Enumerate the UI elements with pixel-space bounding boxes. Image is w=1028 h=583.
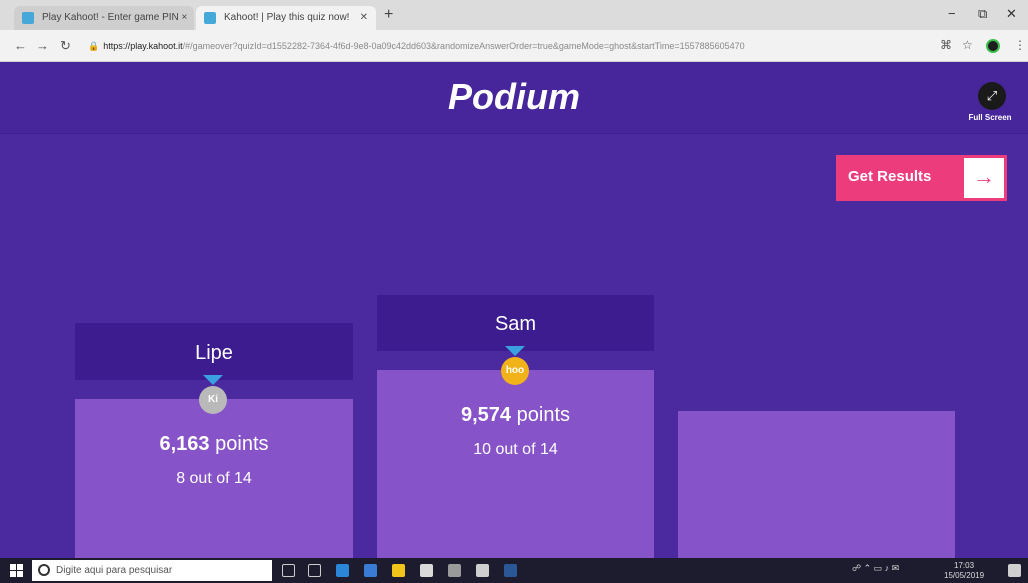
browser-tab-kahoot-pin[interactable]: Play Kahoot! - Enter game PIN × [14, 6, 194, 30]
second-place-name: Lipe [195, 342, 233, 364]
kahoot-favicon-icon [22, 12, 34, 24]
address-bar: ← → ↻ 🔒 https://play.kahoot.it/#/gameover… [0, 30, 1028, 62]
tab-label: Play Kahoot! - Enter game PIN × [42, 12, 188, 23]
notifications-icon[interactable] [1008, 564, 1021, 577]
search-icon [38, 564, 50, 576]
url-path: /#/gameover?quizId=d1552282-7364-4f6d-9e… [182, 41, 745, 51]
mail-icon[interactable] [476, 564, 489, 577]
tab-label: Kahoot! | Play this quiz now! [224, 12, 350, 23]
url-host: https://play.kahoot.it [103, 41, 183, 51]
windows-taskbar: Digite aqui para pesquisar ☍ ⌃ ▭ ♪ ✉ 17:… [0, 558, 1028, 583]
first-place-name-card: Sam [377, 295, 654, 351]
task-view-icon[interactable] [308, 564, 321, 577]
second-place-avatar-label: Ki [208, 394, 218, 405]
translate-icon[interactable]: ⌘ [940, 38, 952, 52]
gold-medal-icon: hoo [501, 357, 529, 385]
word-icon[interactable] [504, 564, 517, 577]
first-place-points: 9,574 points [377, 404, 654, 427]
second-place-points-value: 6,163 [159, 433, 210, 455]
first-place-column: 9,574 points 10 out of 14 [377, 370, 654, 559]
lock-icon: 🔒 [88, 41, 100, 51]
system-tray-icons[interactable]: ☍ ⌃ ▭ ♪ ✉ [852, 563, 899, 574]
kahoot-favicon-icon [204, 12, 216, 24]
new-tab-button[interactable]: + [384, 6, 393, 24]
get-results-button[interactable]: Get Results → [836, 155, 1007, 201]
gold-medal-ribbon-icon [505, 346, 525, 356]
first-place-name: Sam [494, 313, 537, 335]
browser-tab-bar: Play Kahoot! - Enter game PIN × Kahoot! … [0, 0, 1028, 30]
back-icon[interactable]: ← [14, 38, 27, 53]
microphone-icon[interactable] [282, 564, 295, 577]
windows-start-icon[interactable] [10, 564, 23, 577]
clock-time: 17:03 [954, 561, 975, 570]
bookmark-star-icon[interactable]: ☆ [962, 38, 973, 52]
forward-icon[interactable]: → [36, 38, 49, 53]
silver-medal-icon: Ki [199, 386, 227, 414]
fullscreen-label[interactable]: Full Screen [958, 113, 1022, 122]
arrow-right-icon: → [964, 158, 1004, 198]
taskbar-clock[interactable]: 17:03 15/05/2019 [944, 561, 984, 581]
first-place-points-value: 9,574 [461, 404, 512, 426]
first-place-correct-count: 10 out of 14 [473, 441, 558, 458]
second-place-name-card: Lipe [75, 323, 353, 380]
browser-tab-kahoot-play[interactable]: Kahoot! | Play this quiz now! ✕ [196, 6, 376, 30]
menu-dots-icon[interactable]: ⋮ [1014, 38, 1026, 52]
edge-browser-icon[interactable] [336, 564, 349, 577]
second-place-points-label: points [215, 433, 269, 455]
second-place-points: 6,163 points [75, 433, 353, 456]
silver-medal-ribbon-icon [203, 375, 223, 385]
settings-gear-icon[interactable] [448, 564, 461, 577]
taskbar-search-input[interactable]: Digite aqui para pesquisar [32, 560, 272, 581]
maximize-button[interactable]: ⧉ [978, 6, 987, 22]
fullscreen-icon[interactable]: ⤢ [978, 82, 1006, 110]
extension-icon[interactable] [986, 39, 1000, 53]
url-input[interactable]: 🔒 https://play.kahoot.it/#/gameover?quizI… [88, 36, 918, 56]
first-place-points-label: points [516, 404, 570, 426]
third-place-column [678, 411, 955, 559]
store-icon[interactable] [420, 564, 433, 577]
page-title: Podium [448, 76, 580, 117]
taskbar-search-placeholder: Digite aqui para pesquisar [56, 565, 173, 576]
clock-date: 15/05/2019 [944, 571, 985, 580]
second-place-correct-count: 8 out of 14 [176, 470, 252, 487]
chrome-taskbar-icon[interactable] [364, 564, 377, 577]
second-place-column: 6,163 points 8 out of 14 [75, 399, 353, 559]
close-window-button[interactable]: ✕ [1006, 6, 1017, 22]
minimize-button[interactable]: − [948, 6, 956, 21]
first-place-avatar-label: hoo [505, 365, 525, 376]
file-explorer-icon[interactable] [392, 564, 405, 577]
get-results-label: Get Results [848, 168, 932, 185]
tab-close-icon[interactable]: ✕ [360, 6, 368, 30]
reload-icon[interactable]: ↻ [60, 38, 71, 54]
